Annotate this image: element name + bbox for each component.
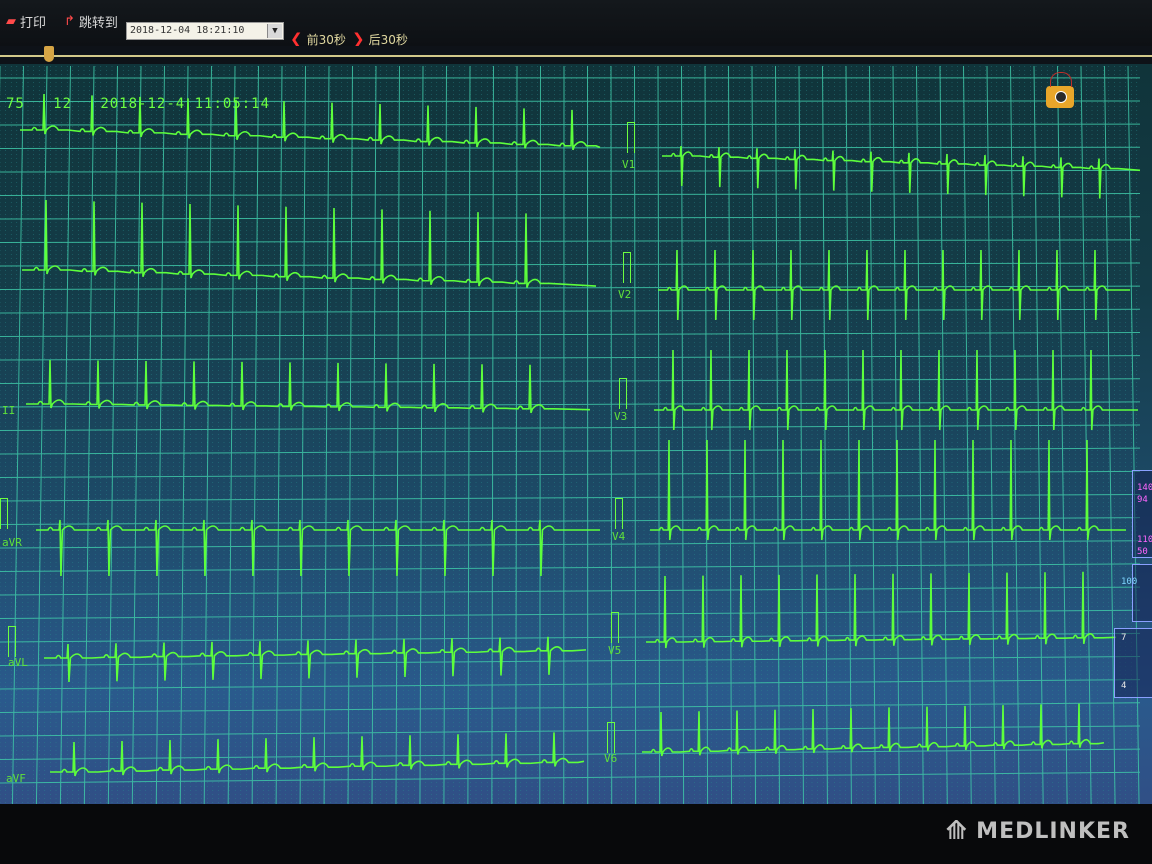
- lead-label-v2: V2: [618, 288, 632, 301]
- calibration-pulse: [8, 626, 16, 657]
- resp-high: 7: [1121, 633, 1127, 643]
- lead-label-ii: II: [2, 404, 16, 417]
- ecg-waveform-area: [0, 65, 1141, 804]
- lead-label-v4: V4: [612, 530, 626, 543]
- lead-label-v6: V6: [604, 752, 618, 765]
- heart-rate: 75: [6, 96, 25, 112]
- resp-low: 4: [1121, 681, 1127, 691]
- bp-mid: 94: [1137, 495, 1148, 505]
- calibration-pulse: [619, 378, 627, 409]
- calibration-pulse: [615, 498, 623, 529]
- lead-label-avr: aVR: [2, 536, 22, 549]
- resp-panel: 7 4: [1114, 628, 1152, 698]
- lead-label-avl: aVL: [8, 656, 28, 669]
- lead-label-v1: V1: [622, 158, 636, 171]
- calibration-pulse: [0, 498, 8, 529]
- spo2-value: 100: [1121, 577, 1138, 587]
- record-header: 75 12 2018-12-4 11:05:14: [6, 96, 270, 112]
- record-timestamp: 2018-12-4 11:05:14: [100, 96, 271, 112]
- spo2-panel: 100: [1121, 564, 1152, 622]
- watermark: ⟰ MEDLINKER: [945, 816, 1130, 846]
- calibration-pulse: [607, 722, 615, 753]
- medlinker-logo-icon: ⟰: [945, 816, 969, 846]
- ecg-trace-lead-v4: [650, 439, 1126, 541]
- calibration-pulse: [627, 122, 635, 153]
- grid-minor: [0, 66, 1138, 804]
- bp-dia-b: 50: [1137, 547, 1148, 557]
- bp-sys-high: 140: [1137, 483, 1152, 493]
- ecg-trace-lead-avl: [44, 636, 587, 683]
- calibration-pulse: [623, 252, 631, 283]
- lead-label-v3: V3: [614, 410, 628, 423]
- calibration-pulse: [611, 612, 619, 643]
- bp-panel: 140 94 110 50: [1132, 470, 1152, 558]
- bp-dia-a: 110: [1137, 535, 1152, 545]
- lead-label-v5: V5: [608, 644, 622, 657]
- watermark-text: MEDLINKER: [976, 818, 1130, 844]
- lead-count: 12: [53, 96, 73, 112]
- lead-label-avf: aVF: [6, 772, 26, 785]
- camera-icon[interactable]: [1046, 72, 1074, 108]
- ecg-trace-lead-ii: [22, 199, 597, 288]
